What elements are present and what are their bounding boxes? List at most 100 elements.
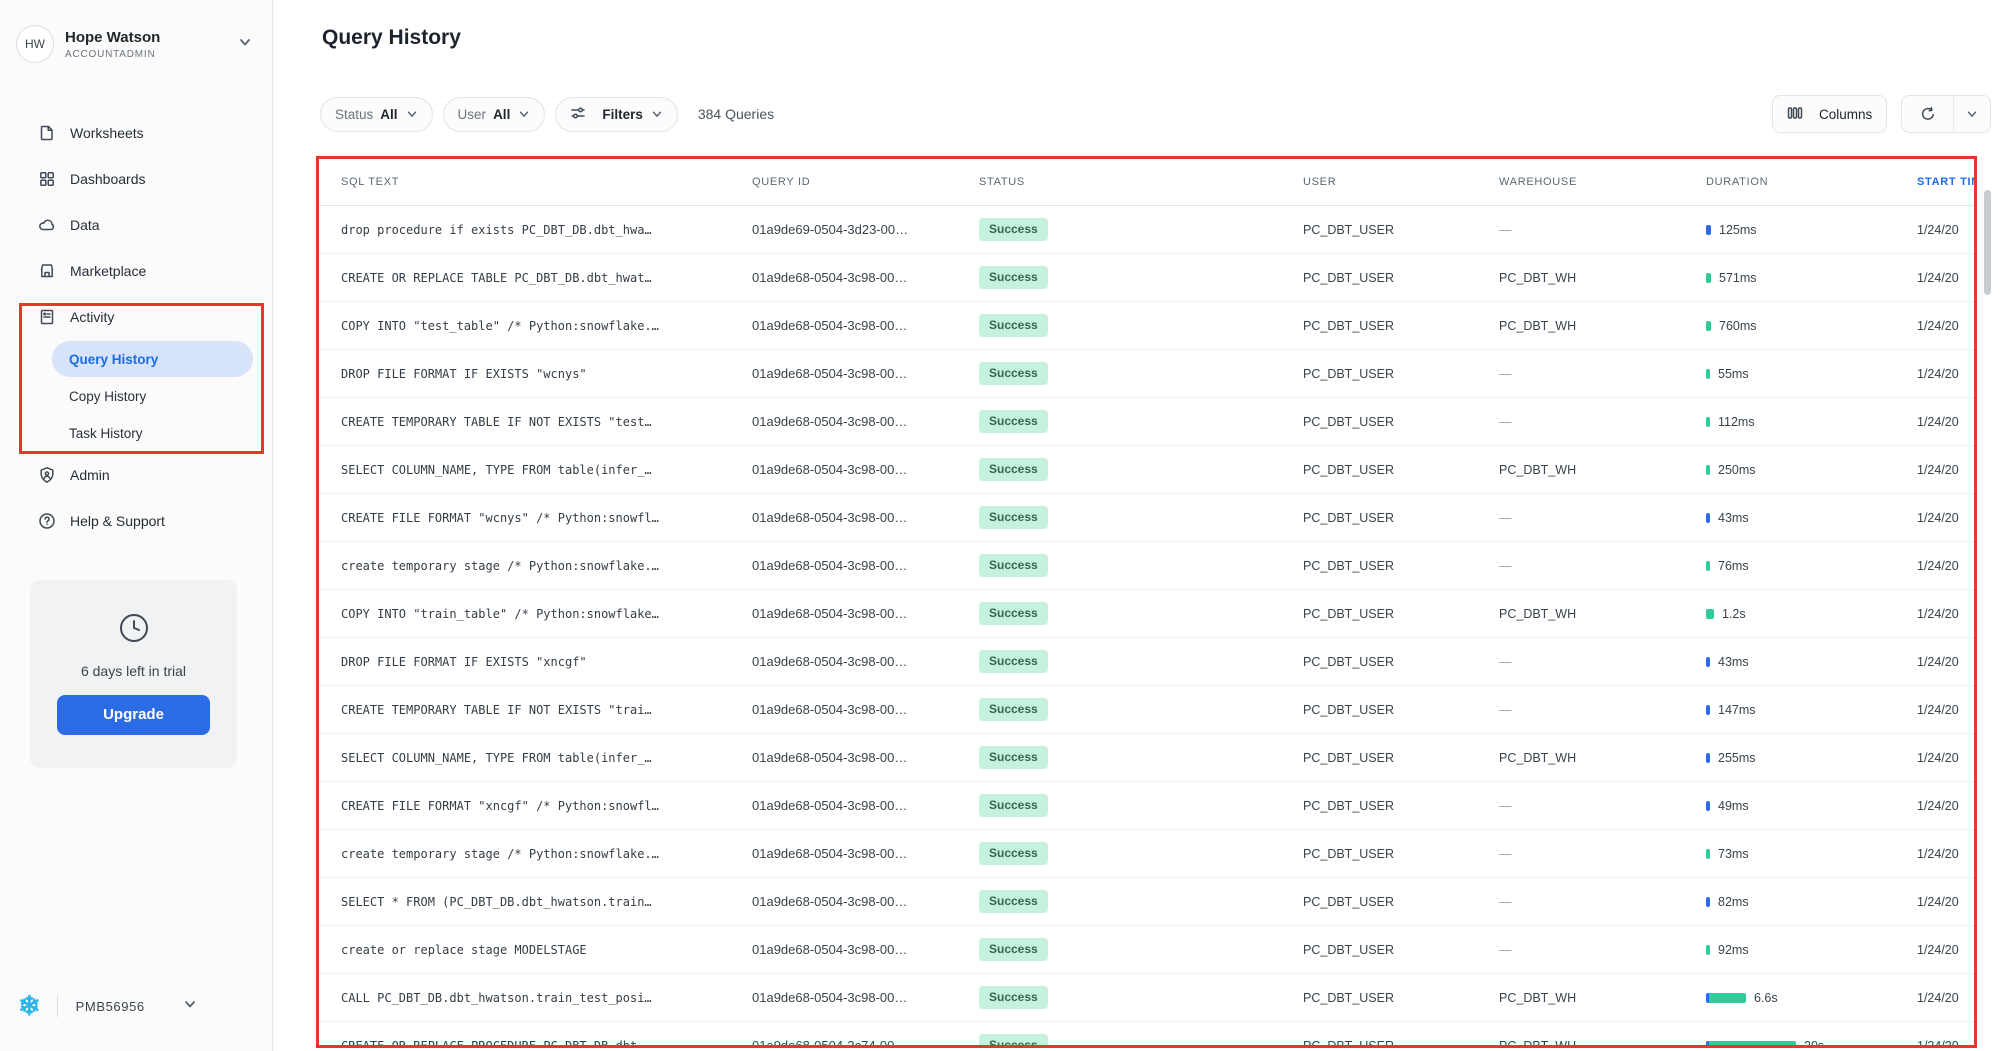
data-cloud-icon xyxy=(38,216,56,234)
warehouse-cell: — xyxy=(1499,703,1706,717)
refresh-icon xyxy=(1920,106,1936,122)
refresh-options-button[interactable] xyxy=(1954,96,1990,132)
status-filter-dropdown[interactable]: Status All xyxy=(320,97,433,132)
column-header-duration[interactable]: DURATION xyxy=(1706,176,1917,188)
start-time-cell: 1/24/20 xyxy=(1917,559,1975,573)
table-row[interactable]: CREATE OR REPLACE PROCEDURE PC_DBT_DB.db… xyxy=(318,1022,1975,1046)
sidebar-item-copy-history[interactable]: Copy History xyxy=(52,378,253,414)
query-id-cell[interactable]: 01a9de68-0504-3c98-00… xyxy=(752,942,979,957)
column-header-start-time[interactable]: START TIME xyxy=(1917,176,1975,188)
activity-list-icon xyxy=(38,308,56,326)
sidebar-item-activity[interactable]: Activity xyxy=(0,294,273,340)
warehouse-cell: — xyxy=(1499,415,1706,429)
status-cell: Success xyxy=(979,458,1303,480)
column-header-status[interactable]: STATUS xyxy=(979,176,1303,188)
query-id-cell[interactable]: 01a9de68-0504-3c98-00… xyxy=(752,462,979,477)
query-id-cell[interactable]: 01a9de68-0504-3c74-00… xyxy=(752,1038,979,1046)
column-header-warehouse[interactable]: WAREHOUSE xyxy=(1499,176,1706,188)
table-row[interactable]: CALL PC_DBT_DB.dbt_hwatson.train_test_po… xyxy=(318,974,1975,1022)
sidebar-item-worksheets[interactable]: Worksheets xyxy=(0,110,273,156)
query-id-cell[interactable]: 01a9de68-0504-3c98-00… xyxy=(752,750,979,765)
sidebar-item-data[interactable]: Data xyxy=(0,202,273,248)
chevron-down-icon[interactable] xyxy=(238,35,252,54)
duration-cell: 760ms xyxy=(1706,319,1917,333)
table-row[interactable]: CREATE TEMPORARY TABLE IF NOT EXISTS "tr… xyxy=(318,686,1975,734)
query-id-cell[interactable]: 01a9de68-0504-3c98-00… xyxy=(752,318,979,333)
table-row[interactable]: SELECT COLUMN_NAME, TYPE FROM table(infe… xyxy=(318,734,1975,782)
query-id-cell[interactable]: 01a9de68-0504-3c98-00… xyxy=(752,846,979,861)
table-row[interactable]: COPY INTO "test_table" /* Python:snowfla… xyxy=(318,302,1975,350)
sidebar-item-admin[interactable]: Admin xyxy=(0,452,273,498)
query-id-cell[interactable]: 01a9de68-0504-3c98-00… xyxy=(752,702,979,717)
table-row[interactable]: create temporary stage /* Python:snowfla… xyxy=(318,830,1975,878)
query-id-cell[interactable]: 01a9de68-0504-3c98-00… xyxy=(752,366,979,381)
table-row[interactable]: CREATE TEMPORARY TABLE IF NOT EXISTS "te… xyxy=(318,398,1975,446)
duration-bar xyxy=(1706,801,1710,811)
column-header-user[interactable]: USER xyxy=(1303,176,1499,188)
sql-text-cell: CALL PC_DBT_DB.dbt_hwatson.train_test_po… xyxy=(341,991,752,1005)
query-id-cell[interactable]: 01a9de68-0504-3c98-00… xyxy=(752,510,979,525)
sidebar-item-help-support[interactable]: Help & Support xyxy=(0,498,273,544)
table-row[interactable]: create or replace stage MODELSTAGE 01a9d… xyxy=(318,926,1975,974)
duration-value: 112ms xyxy=(1718,415,1755,429)
query-id-cell[interactable]: 01a9de68-0504-3c98-00… xyxy=(752,798,979,813)
sql-text-cell: DROP FILE FORMAT IF EXISTS "xncgf" xyxy=(341,655,752,669)
status-cell: Success xyxy=(979,890,1303,912)
snowflake-logo[interactable]: ❄ xyxy=(18,993,41,1020)
start-time-cell: 1/24/20 xyxy=(1917,511,1975,525)
table-row[interactable]: drop procedure if exists PC_DBT_DB.dbt_h… xyxy=(318,206,1975,254)
sidebar-item-dashboards[interactable]: Dashboards xyxy=(0,156,273,202)
status-badge: Success xyxy=(979,890,1048,912)
sidebar-item-task-history[interactable]: Task History xyxy=(52,415,253,451)
filters-dropdown[interactable]: Filters xyxy=(555,97,678,132)
table-row[interactable]: SELECT COLUMN_NAME, TYPE FROM table(infe… xyxy=(318,446,1975,494)
warehouse-cell: PC_DBT_WH xyxy=(1499,319,1706,333)
table-row[interactable]: DROP FILE FORMAT IF EXISTS "wcnys" 01a9d… xyxy=(318,350,1975,398)
table-row[interactable]: DROP FILE FORMAT IF EXISTS "xncgf" 01a9d… xyxy=(318,638,1975,686)
status-badge: Success xyxy=(979,602,1048,624)
query-id-cell[interactable]: 01a9de68-0504-3c98-00… xyxy=(752,558,979,573)
query-id-cell[interactable]: 01a9de68-0504-3c98-00… xyxy=(752,414,979,429)
vertical-scrollbar[interactable] xyxy=(1984,190,1991,295)
sidebar-item-label: Marketplace xyxy=(70,263,146,279)
trial-card: 6 days left in trial Upgrade xyxy=(30,580,237,768)
duration-cell: 571ms xyxy=(1706,271,1917,285)
status-cell: Success xyxy=(979,794,1303,816)
user-cell: PC_DBT_USER xyxy=(1303,847,1499,861)
user-cell: PC_DBT_USER xyxy=(1303,655,1499,669)
status-badge: Success xyxy=(979,314,1048,336)
sql-text-cell: CREATE FILE FORMAT "xncgf" /* Python:sno… xyxy=(341,799,752,813)
column-header-query-id[interactable]: QUERY ID xyxy=(752,176,979,188)
sidebar-item-label: Dashboards xyxy=(70,171,146,187)
refresh-button[interactable] xyxy=(1902,96,1954,132)
avatar: HW xyxy=(16,25,54,63)
upgrade-button[interactable]: Upgrade xyxy=(57,695,210,735)
user-cell: PC_DBT_USER xyxy=(1303,511,1499,525)
table-row[interactable]: create temporary stage /* Python:snowfla… xyxy=(318,542,1975,590)
duration-cell: 73ms xyxy=(1706,847,1917,861)
warehouse-cell: — xyxy=(1499,847,1706,861)
duration-cell: 55ms xyxy=(1706,367,1917,381)
chevron-down-icon[interactable] xyxy=(183,997,197,1016)
query-id-cell[interactable]: 01a9de68-0504-3c98-00… xyxy=(752,606,979,621)
duration-bar xyxy=(1706,369,1710,379)
sidebar-item-marketplace[interactable]: Marketplace xyxy=(0,248,273,294)
column-header-sql-text[interactable]: SQL TEXT xyxy=(341,176,752,188)
query-id-cell[interactable]: 01a9de68-0504-3c98-00… xyxy=(752,990,979,1005)
query-id-cell[interactable]: 01a9de68-0504-3c98-00… xyxy=(752,894,979,909)
query-id-cell[interactable]: 01a9de68-0504-3c98-00… xyxy=(752,654,979,669)
status-cell: Success xyxy=(979,842,1303,864)
query-id-cell[interactable]: 01a9de69-0504-3d23-00… xyxy=(752,222,979,237)
warehouse-cell: PC_DBT_WH xyxy=(1499,751,1706,765)
columns-button[interactable]: Columns xyxy=(1772,95,1887,133)
table-row[interactable]: CREATE OR REPLACE TABLE PC_DBT_DB.dbt_hw… xyxy=(318,254,1975,302)
account-user-menu[interactable]: HW Hope Watson ACCOUNTADMIN xyxy=(16,24,256,64)
table-row[interactable]: SELECT * FROM (PC_DBT_DB.dbt_hwatson.tra… xyxy=(318,878,1975,926)
query-id-cell[interactable]: 01a9de68-0504-3c98-00… xyxy=(752,270,979,285)
table-row[interactable]: CREATE FILE FORMAT "wcnys" /* Python:sno… xyxy=(318,494,1975,542)
user-filter-dropdown[interactable]: User All xyxy=(443,97,546,132)
sidebar-item-query-history[interactable]: Query History xyxy=(52,341,253,377)
table-row[interactable]: CREATE FILE FORMAT "xncgf" /* Python:sno… xyxy=(318,782,1975,830)
duration-cell: 43ms xyxy=(1706,511,1917,525)
table-row[interactable]: COPY INTO "train_table" /* Python:snowfl… xyxy=(318,590,1975,638)
